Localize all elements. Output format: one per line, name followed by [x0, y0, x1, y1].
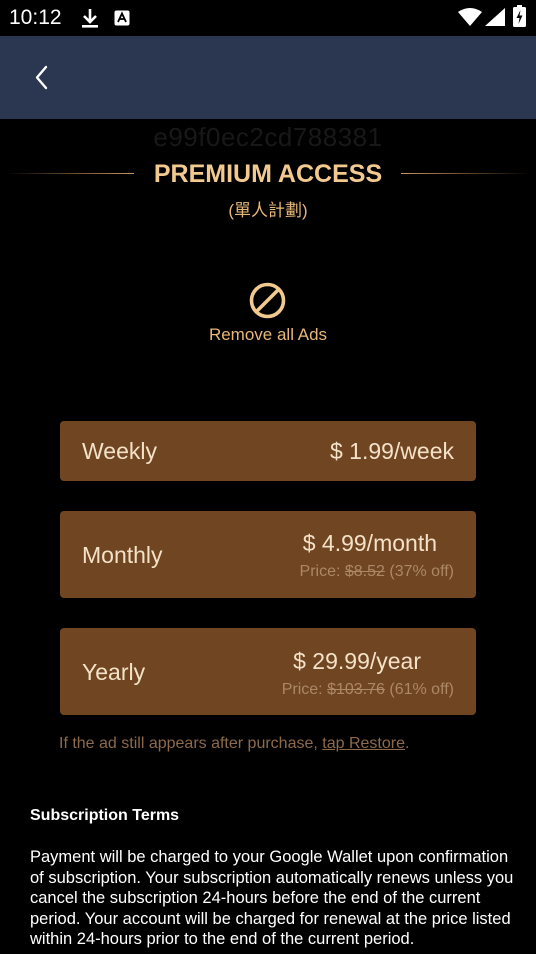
- discount-text: (37% off): [389, 563, 454, 580]
- original-price: $8.52: [344, 563, 385, 580]
- chevron-left-icon: [35, 65, 48, 90]
- title-divider-right: [401, 173, 531, 174]
- no-ads-icon: [249, 282, 286, 319]
- battery-charging-icon: [513, 5, 526, 27]
- notification-a-icon: [114, 10, 130, 26]
- plan-weekly-button[interactable]: Weekly $ 1.99/week: [60, 421, 476, 481]
- price-label: Price:: [281, 681, 323, 698]
- restore-text: If the ad still appears after purchase,: [59, 735, 323, 752]
- terms-body: Payment will be charged to your Google W…: [30, 848, 514, 948]
- plan-price: $ 29.99/year: [293, 648, 421, 674]
- back-button[interactable]: [22, 58, 62, 98]
- plan-name: Weekly: [82, 438, 157, 464]
- feature-label: Remove all Ads: [208, 325, 328, 344]
- page-subtitle: (單人計劃): [228, 201, 308, 220]
- plan-price: $ 4.99/month: [302, 530, 437, 556]
- download-icon: [82, 9, 98, 28]
- plan-monthly-button[interactable]: Monthly $ 4.99/month Price: $8.52 (37% o…: [60, 511, 476, 598]
- original-price: $103.76: [327, 681, 385, 698]
- discount-text: (61% off): [389, 681, 454, 698]
- plan-name: Yearly: [82, 659, 146, 685]
- price-label: Price:: [299, 563, 341, 580]
- hash-text: e99f0ec2cd788381: [153, 122, 383, 152]
- signal-icon: [485, 8, 505, 26]
- status-bar: 10:12: [0, 0, 536, 36]
- plan-yearly-button[interactable]: Yearly $ 29.99/year Price: $103.76 (61% …: [60, 628, 476, 715]
- restore-link[interactable]: tap Restore: [322, 735, 405, 752]
- page-title: PREMIUM ACCESS: [153, 160, 383, 188]
- status-time: 10:12: [9, 6, 62, 29]
- plan-price-detail: Price: $8.52 (37% off): [300, 563, 454, 581]
- plan-name: Monthly: [82, 542, 163, 568]
- wifi-icon: [458, 8, 482, 26]
- terms-title: Subscription Terms: [30, 807, 180, 824]
- plan-price-detail: Price: $103.76 (61% off): [282, 681, 454, 699]
- restore-end: .: [404, 735, 410, 752]
- restore-note: If the ad still appears after purchase, …: [59, 735, 409, 753]
- plan-price: $ 1.99/week: [329, 438, 454, 464]
- app-bar: [0, 36, 536, 119]
